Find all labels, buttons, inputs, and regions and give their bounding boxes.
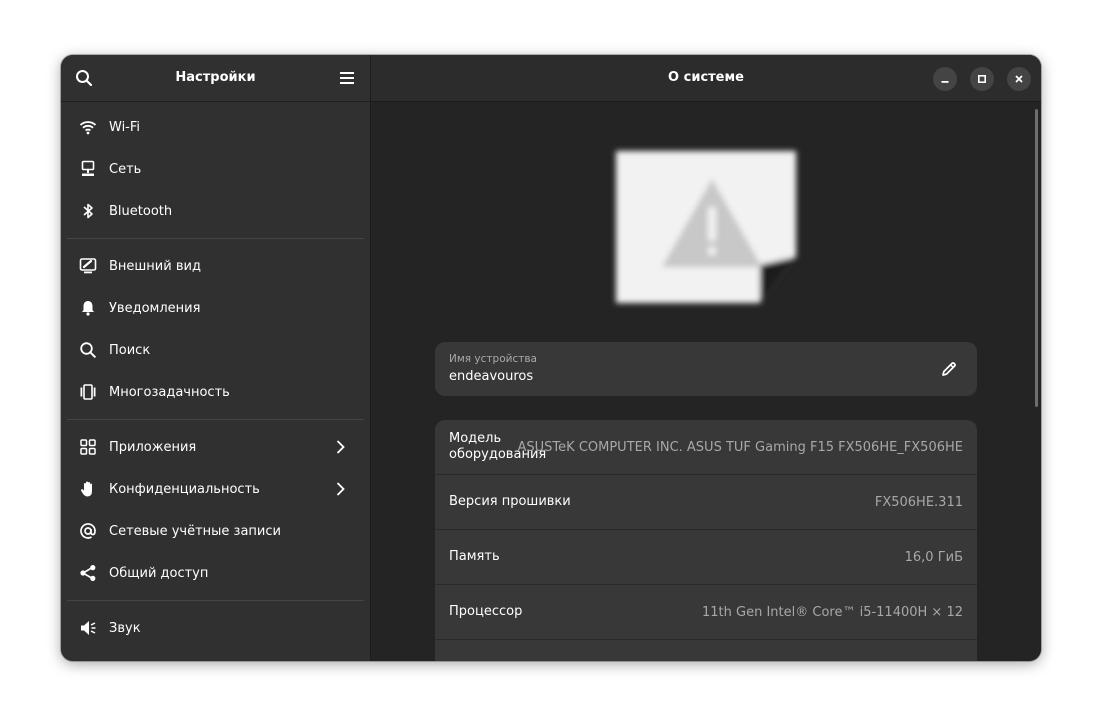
info-key: Процессор	[449, 604, 523, 619]
hand-icon	[79, 480, 97, 498]
share-icon	[79, 564, 97, 582]
sidebar-header: Настройки	[61, 55, 370, 102]
info-key: Память	[449, 549, 500, 564]
sidebar-list: Wi-Fi Сеть Bluetooth Внешний вид Уведомл…	[61, 102, 370, 649]
apps-grid-icon	[79, 438, 97, 456]
sidebar-item-label: Поиск	[109, 342, 151, 358]
info-value: 16,0 ГиБ	[904, 549, 963, 565]
chevron-right-icon	[336, 440, 345, 454]
chevron-right-icon	[336, 482, 345, 496]
sidebar-item-label: Конфиденциальность	[109, 481, 260, 497]
sidebar-item-network[interactable]: Сеть	[61, 148, 370, 190]
minimize-button[interactable]	[933, 67, 957, 91]
pencil-icon	[942, 362, 956, 376]
sidebar-item-wifi[interactable]: Wi-Fi	[61, 106, 370, 148]
info-key: Версия прошивки	[449, 494, 571, 509]
sidebar-item-label: Приложения	[109, 439, 197, 455]
sidebar-item-label: Общий доступ	[109, 565, 209, 581]
hamburger-menu-icon	[340, 72, 354, 84]
sidebar-item-applications[interactable]: Приложения	[61, 426, 370, 468]
settings-window: Настройки Wi-Fi Сеть Bluetooth Внешний в…	[61, 55, 1041, 661]
info-row-next	[435, 640, 977, 661]
device-name-row[interactable]: Имя устройства endeavouros	[435, 342, 977, 396]
maximize-icon	[977, 74, 987, 84]
bell-icon	[79, 299, 97, 317]
info-row-firmware-version: Версия прошивки FX506HE.311	[435, 475, 977, 530]
info-value: 11th Gen Intel® Core™ i5-11400H × 12	[702, 604, 963, 620]
multitasking-icon	[79, 383, 97, 401]
search-icon	[79, 341, 97, 359]
sidebar-item-notifications[interactable]: Уведомления	[61, 287, 370, 329]
close-icon	[1015, 75, 1023, 83]
bluetooth-icon	[79, 202, 97, 220]
main-header: О системе	[371, 55, 1041, 102]
sidebar-divider	[67, 419, 364, 420]
info-value: FX506HE.311	[874, 494, 963, 510]
sidebar-item-sound[interactable]: Звук	[61, 607, 370, 649]
sidebar-item-label: Wi-Fi	[109, 119, 141, 135]
scrollbar[interactable]	[1035, 109, 1038, 407]
distro-logo-placeholder	[616, 151, 796, 303]
main-content: О системе Имя устройства endeavouros Мод…	[371, 55, 1041, 661]
minimize-icon	[941, 81, 949, 83]
sidebar-item-privacy[interactable]: Конфиденциальность	[61, 468, 370, 510]
sidebar-item-label: Сеть	[109, 161, 142, 177]
sidebar-item-search[interactable]: Поиск	[61, 329, 370, 371]
sidebar-item-label: Внешний вид	[109, 258, 201, 274]
sidebar: Настройки Wi-Fi Сеть Bluetooth Внешний в…	[61, 55, 371, 661]
network-icon	[79, 160, 97, 178]
info-row-processor: Процессор 11th Gen Intel® Core™ i5-11400…	[435, 585, 977, 640]
hardware-info-list: Модель оборудования ASUSTeK COMPUTER INC…	[435, 420, 977, 661]
maximize-button[interactable]	[970, 67, 994, 91]
sidebar-item-label: Уведомления	[109, 300, 201, 316]
close-button[interactable]	[1007, 67, 1031, 91]
appearance-icon	[79, 257, 97, 275]
info-row-memory: Память 16,0 ГиБ	[435, 530, 977, 585]
sidebar-item-label: Звук	[109, 620, 141, 636]
info-row-hardware-model: Модель оборудования ASUSTeK COMPUTER INC…	[435, 420, 977, 475]
sidebar-item-appearance[interactable]: Внешний вид	[61, 245, 370, 287]
sidebar-item-label: Сетевые учётные записи	[109, 523, 281, 539]
at-sign-icon	[79, 522, 97, 540]
sidebar-item-multitasking[interactable]: Многозадачность	[61, 371, 370, 413]
sidebar-item-sharing[interactable]: Общий доступ	[61, 552, 370, 594]
sidebar-divider	[67, 600, 364, 601]
sidebar-item-label: Многозадачность	[109, 384, 230, 400]
device-name-caption: Имя устройства	[449, 353, 537, 365]
sidebar-title: Настройки	[175, 70, 256, 85]
info-value: ASUSTeK COMPUTER INC. ASUS TUF Gaming F1…	[517, 439, 963, 455]
edit-device-name-button[interactable]	[939, 359, 959, 379]
speaker-icon	[79, 619, 97, 637]
sidebar-divider	[67, 238, 364, 239]
wifi-icon	[79, 118, 97, 136]
sidebar-item-online-accounts[interactable]: Сетевые учётные записи	[61, 510, 370, 552]
device-name-value: endeavouros	[449, 369, 534, 384]
main-menu-button[interactable]	[333, 64, 361, 92]
sidebar-item-bluetooth[interactable]: Bluetooth	[61, 190, 370, 232]
sidebar-item-label: Bluetooth	[109, 203, 173, 219]
